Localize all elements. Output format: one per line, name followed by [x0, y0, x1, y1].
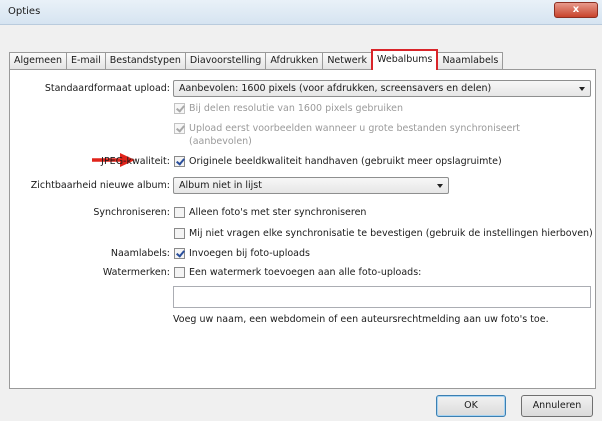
name-tags-option: Invoegen bij foto-uploads: [189, 248, 310, 259]
album-visibility-value: Album niet in lijst: [179, 180, 262, 191]
sync-starred-label: Alleen foto's met ster synchroniseren: [189, 207, 367, 218]
sync-starred-checkbox[interactable]: [174, 207, 185, 218]
close-icon: x: [572, 4, 580, 15]
upload-preview-label-note: (aanbevolen): [189, 136, 252, 147]
tab-strip: Algemeen E-mail Bestandstypen Diavoorste…: [9, 49, 504, 70]
upload-size-value: Aanbevolen: 1600 pixels (voor afdrukken,…: [179, 83, 492, 94]
name-tags-label: Naamlabels:: [110, 248, 170, 259]
webalbums-panel: Standaardformaat upload: Aanbevolen: 160…: [9, 69, 596, 389]
tab-diavoorstelling[interactable]: Diavoorstelling: [184, 52, 267, 70]
watermark-checkbox[interactable]: [174, 267, 185, 278]
tab-webalbums[interactable]: Webalbums: [371, 49, 439, 70]
watermark-label: Watermerken:: [102, 267, 170, 278]
name-tags-checkbox[interactable]: [174, 248, 185, 259]
share-resolution-label: Bij delen resolutie van 1600 pixels gebr…: [189, 103, 404, 114]
jpeg-quality-option: Originele beeldkwaliteit handhaven (gebr…: [189, 156, 502, 167]
jpeg-quality-label: JPEG-kwaliteit:: [101, 156, 170, 167]
album-visibility-dropdown[interactable]: Album niet in lijst: [173, 177, 449, 194]
tab-bestandstypen[interactable]: Bestandstypen: [104, 52, 186, 70]
jpeg-quality-checkbox[interactable]: [174, 156, 185, 167]
tab-afdrukken[interactable]: Afdrukken: [265, 52, 324, 70]
upload-size-dropdown[interactable]: Aanbevolen: 1600 pixels (voor afdrukken,…: [173, 80, 591, 97]
ok-button[interactable]: OK: [436, 395, 506, 417]
tab-naamlabels[interactable]: Naamlabels: [437, 52, 504, 70]
upload-size-label: Standaardformaat upload:: [44, 83, 170, 94]
cancel-button[interactable]: Annuleren: [521, 395, 593, 417]
watermark-option: Een watermerk toevoegen aan alle foto-up…: [189, 267, 422, 278]
album-visibility-label: Zichtbaarheid nieuwe album:: [30, 180, 170, 191]
close-button[interactable]: x: [554, 2, 598, 18]
upload-preview-label: Upload eerst voorbeelden wanneer u grote…: [189, 123, 521, 134]
watermark-hint: Voeg uw naam, een webdomein of een auteu…: [173, 314, 549, 325]
sync-no-confirm-checkbox[interactable]: [174, 228, 185, 239]
tab-email[interactable]: E-mail: [65, 52, 106, 70]
sync-no-confirm-label: Mij niet vragen elke synchronisatie te b…: [189, 228, 593, 239]
window-title: Opties: [8, 6, 41, 17]
share-resolution-checkbox[interactable]: [174, 103, 185, 114]
tab-netwerk[interactable]: Netwerk: [322, 52, 373, 70]
chevron-down-icon: [437, 184, 443, 188]
options-dialog: Algemeen E-mail Bestandstypen Diavoorste…: [0, 25, 602, 421]
tab-algemeen[interactable]: Algemeen: [9, 52, 67, 70]
title-bar: Opties x: [0, 0, 602, 25]
sync-label: Synchroniseren:: [93, 207, 170, 218]
chevron-down-icon: [579, 87, 585, 91]
watermark-text-input[interactable]: [173, 286, 591, 308]
upload-preview-checkbox[interactable]: [174, 123, 185, 134]
